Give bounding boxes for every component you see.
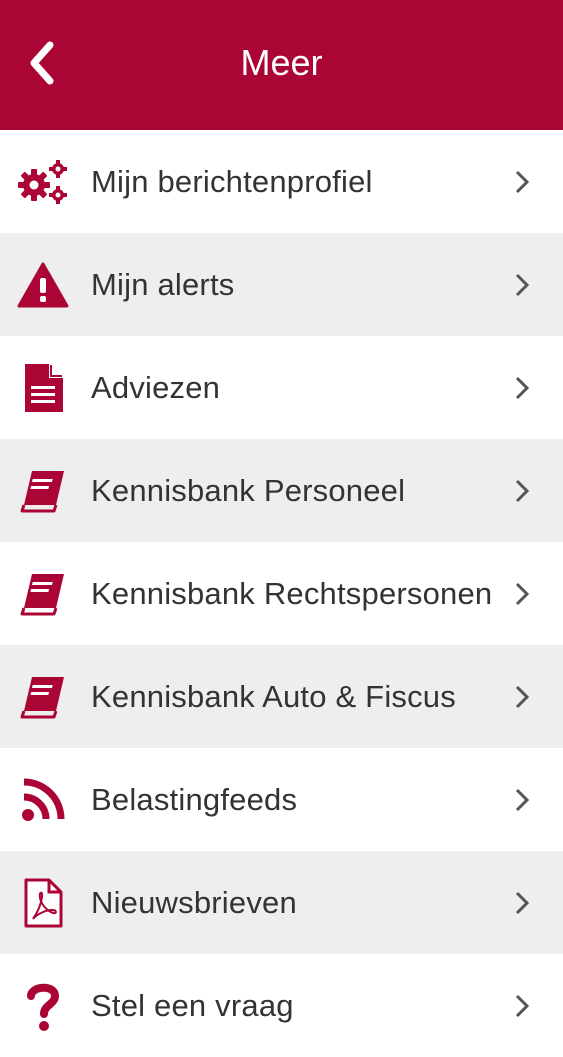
menu-item-adviezen[interactable]: Adviezen	[0, 336, 563, 439]
book-icon	[16, 567, 70, 621]
menu-item-kennisbank-auto-fiscus[interactable]: Kennisbank Auto & Fiscus	[0, 645, 563, 748]
menu-item-nieuwsbrieven[interactable]: Nieuwsbrieven	[0, 851, 563, 954]
menu-item-stel-een-vraag[interactable]: Stel een vraag	[0, 954, 563, 1057]
menu-list: Mijn berichtenprofiel Mijn alerts Adviez…	[0, 130, 563, 1057]
chevron-right-icon	[515, 273, 530, 296]
rss-icon	[16, 773, 70, 827]
chevron-right-icon	[515, 891, 530, 914]
app-header: Meer	[0, 0, 563, 130]
chevron-right-icon	[515, 170, 530, 193]
menu-item-kennisbank-rechtspersonen[interactable]: Kennisbank Rechtspersonen	[0, 542, 563, 645]
menu-item-kennisbank-personeel[interactable]: Kennisbank Personeel	[0, 439, 563, 542]
book-icon	[16, 670, 70, 724]
chevron-right-icon	[515, 479, 530, 502]
menu-item-label: Belastingfeeds	[91, 781, 298, 817]
menu-item-label: Adviezen	[91, 369, 221, 405]
menu-item-label: Mijn alerts	[91, 266, 235, 302]
gears-icon	[16, 155, 70, 209]
menu-item-belastingfeeds[interactable]: Belastingfeeds	[0, 748, 563, 851]
chevron-right-icon	[515, 376, 530, 399]
chevron-right-icon	[515, 582, 530, 605]
chevron-right-icon	[515, 788, 530, 811]
warning-icon	[16, 258, 70, 312]
question-icon	[16, 979, 70, 1033]
menu-item-label: Kennisbank Personeel	[91, 472, 406, 508]
pdf-icon	[16, 876, 70, 930]
book-icon	[16, 464, 70, 518]
chevron-right-icon	[515, 994, 530, 1017]
menu-item-berichtenprofiel[interactable]: Mijn berichtenprofiel	[0, 130, 563, 233]
chevron-right-icon	[515, 685, 530, 708]
menu-item-label: Nieuwsbrieven	[91, 884, 297, 920]
page-title: Meer	[240, 42, 323, 83]
menu-item-label: Kennisbank Rechtspersonen	[91, 575, 493, 611]
menu-item-alerts[interactable]: Mijn alerts	[0, 233, 563, 336]
menu-item-label: Kennisbank Auto & Fiscus	[91, 678, 456, 714]
document-icon	[16, 361, 70, 415]
menu-item-label: Stel een vraag	[91, 987, 294, 1023]
menu-item-label: Mijn berichtenprofiel	[91, 163, 373, 199]
